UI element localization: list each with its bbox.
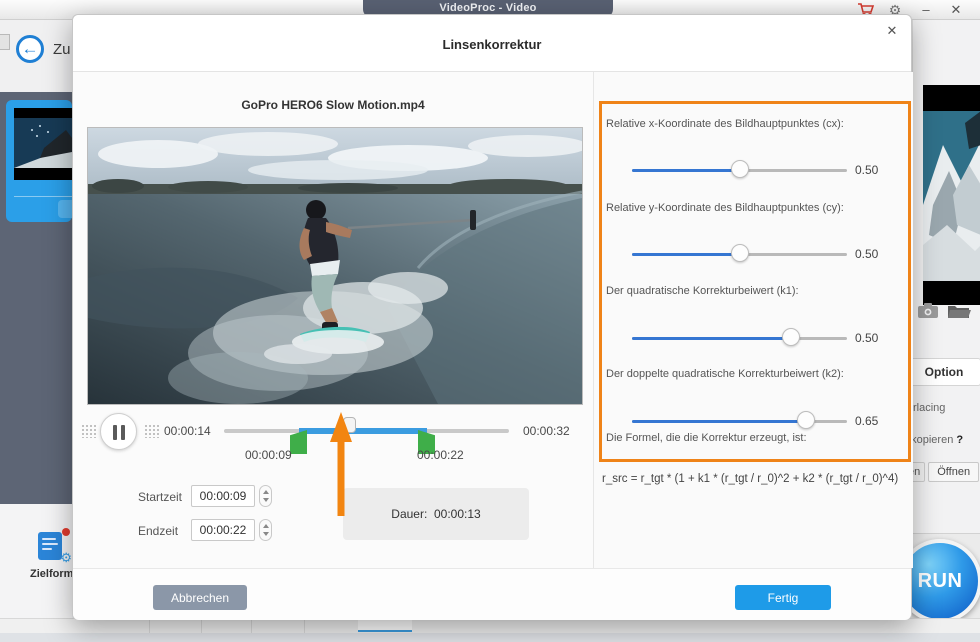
thumbnail-image (14, 108, 72, 180)
timeline-track[interactable] (224, 417, 509, 454)
slider-handle[interactable] (797, 411, 816, 429)
toolbar-back-area: ← Zu (0, 20, 72, 92)
pause-button[interactable] (100, 413, 137, 450)
format-gear-icon: ⚙ (60, 550, 72, 565)
thumbnail-divider (14, 196, 72, 197)
target-format-area: ⚙ Zielform (0, 504, 74, 618)
back-arrow-icon[interactable]: ← (16, 35, 44, 63)
end-time-stepper[interactable] (259, 519, 272, 541)
slider-value-k2: 0.65 (855, 414, 879, 428)
duration-label: Dauer: (391, 507, 428, 521)
dialog-close-icon[interactable]: ✕ (883, 22, 901, 40)
slider-handle[interactable] (782, 328, 801, 346)
trim-selection-range[interactable] (299, 428, 427, 434)
playhead-marker[interactable] (343, 417, 356, 433)
slider-value-cx: 0.50 (855, 163, 879, 177)
media-list-sidebar (0, 92, 76, 504)
slider-handle[interactable] (730, 160, 749, 178)
preview-mountain-image (923, 85, 980, 305)
slider-label-k1: Der quadratische Korrekturbeiwert (k1): (606, 285, 799, 297)
video-preview[interactable] (87, 127, 583, 405)
target-format-label: Zielform (30, 568, 74, 580)
collapsed-tab-stub (0, 34, 10, 50)
slider-label-cx: Relative x-Koordinate des Bildhauptpunkt… (606, 118, 844, 130)
video-thumbnail-selected[interactable] (6, 100, 76, 222)
help-question-mark[interactable]: ? (956, 434, 963, 446)
trim-start-handle[interactable] (290, 430, 307, 454)
cancel-button[interactable]: Abbrechen (153, 585, 247, 610)
minimize-button[interactable]: – (915, 1, 937, 19)
slider-k2 (632, 411, 847, 429)
window-close-button[interactable]: ✕ (944, 1, 968, 19)
dialog-title: Linsenkorrektur (442, 37, 542, 52)
start-time-stepper[interactable] (259, 485, 272, 507)
duration-value: 00:00:13 (433, 507, 481, 521)
back-label: Zu (53, 41, 71, 58)
current-time: 00:00:14 (164, 424, 211, 438)
dialog-footer: Abbrechen Fertig (73, 568, 911, 620)
start-time-label: Startzeit (138, 490, 183, 504)
bottom-info-row (0, 618, 980, 634)
end-time-label: Endzeit (138, 524, 179, 538)
kopieren-label-partial: . kopieren ? (905, 434, 964, 446)
lens-correction-dialog: Linsenkorrektur ✕ GoPro HERO6 Slow Motio… (72, 14, 913, 620)
end-time-input[interactable] (191, 519, 255, 541)
formula-text: r_src = r_tgt * (1 + k1 * (r_tgt / r_0)^… (602, 473, 899, 485)
total-time: 00:00:32 (523, 424, 570, 438)
slider-track[interactable] (632, 244, 847, 262)
slider-track[interactable] (632, 411, 847, 429)
annotation-highlight-box (599, 101, 911, 462)
status-footer (0, 633, 980, 642)
snapshot-camera-icon[interactable] (917, 303, 939, 319)
slider-track[interactable] (632, 160, 847, 178)
slider-label-cy: Relative y-Koordinate des Bildhauptpunkt… (606, 202, 844, 214)
dialog-header: Linsenkorrektur ✕ (73, 15, 911, 72)
slider-value-cy: 0.50 (855, 247, 879, 261)
drag-grip-icon (144, 424, 159, 438)
trim-start-time: 00:00:09 (245, 448, 292, 462)
video-filename: GoPro HERO6 Slow Motion.mp4 (241, 98, 425, 112)
right-panel-strip: Option rlacing . kopieren ? en Öffnen RU… (895, 20, 980, 632)
option-tab[interactable]: Option (907, 358, 980, 386)
offnen-button[interactable]: Öffnen (928, 462, 980, 482)
slider-track[interactable] (632, 328, 847, 346)
formula-intro-label: Die Formel, die die Korrektur erzeugt, i… (606, 432, 807, 444)
slider-value-k1: 0.50 (855, 331, 879, 345)
lens-controls-panel: Relative x-Koordinate des Bildhauptpunkt… (593, 72, 913, 568)
drag-grip-icon (81, 424, 96, 438)
trim-end-time: 00:00:22 (417, 448, 464, 462)
slider-cy (632, 244, 847, 262)
slider-k1 (632, 328, 847, 346)
preview-panel: GoPro HERO6 Slow Motion.mp4 00:00:14 00:… (73, 72, 593, 568)
slider-handle[interactable] (730, 244, 749, 262)
videoproc-app-window: VideoProc - Video ⚙ – ✕ ← Zu ⚙ Zielform … (0, 0, 980, 642)
slider-cx (632, 160, 847, 178)
duration-display: Dauer: 00:00:13 (343, 488, 529, 540)
target-format-icon[interactable]: ⚙ (38, 528, 72, 565)
slider-label-k2: Der doppelte quadratische Korrekturbeiwe… (606, 368, 844, 380)
open-folder-icon[interactable] (947, 303, 971, 319)
start-time-input[interactable] (191, 485, 255, 507)
active-cell-highlight (358, 619, 412, 632)
done-button[interactable]: Fertig (735, 585, 831, 610)
notification-dot (62, 528, 70, 536)
deinterlacing-label-partial: rlacing (913, 402, 946, 414)
